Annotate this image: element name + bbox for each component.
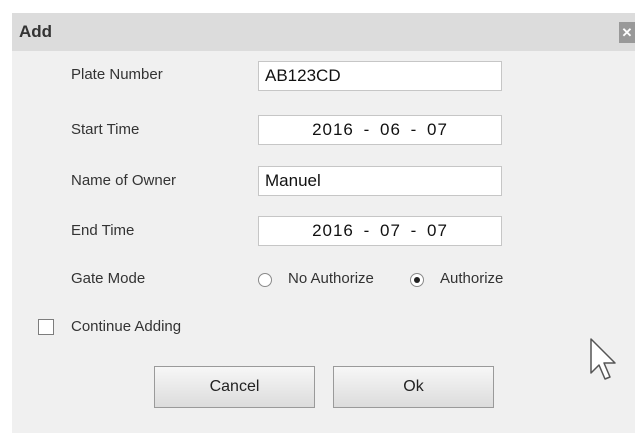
- name-of-owner-label: Name of Owner: [71, 172, 177, 189]
- plate-number-input[interactable]: AB123CD: [258, 61, 502, 91]
- start-time-input[interactable]: 2016 - 06 - 07: [258, 115, 502, 145]
- no-authorize-label: No Authorize: [288, 270, 374, 287]
- authorize-label: Authorize: [440, 270, 504, 287]
- authorize-radio[interactable]: [410, 273, 424, 287]
- continue-adding-label: Continue Adding: [71, 318, 182, 335]
- mouse-pointer-icon: [590, 338, 616, 380]
- add-dialog: Add ✕ Plate Number AB123CD Start Time 20…: [12, 13, 635, 433]
- cancel-button[interactable]: Cancel: [154, 366, 315, 408]
- start-time-label: Start Time: [71, 121, 140, 138]
- close-icon[interactable]: ✕: [619, 22, 635, 43]
- dialog-titlebar: Add ✕: [12, 13, 635, 51]
- plate-number-label: Plate Number: [71, 66, 163, 83]
- end-time-label: End Time: [71, 222, 135, 239]
- ok-button[interactable]: Ok: [333, 366, 494, 408]
- end-time-input[interactable]: 2016 - 07 - 07: [258, 216, 502, 246]
- gate-mode-label: Gate Mode: [71, 270, 146, 287]
- continue-adding-checkbox[interactable]: [38, 319, 54, 335]
- dialog-title: Add: [19, 22, 53, 41]
- no-authorize-radio[interactable]: [258, 273, 272, 287]
- name-of-owner-input[interactable]: Manuel: [258, 166, 502, 196]
